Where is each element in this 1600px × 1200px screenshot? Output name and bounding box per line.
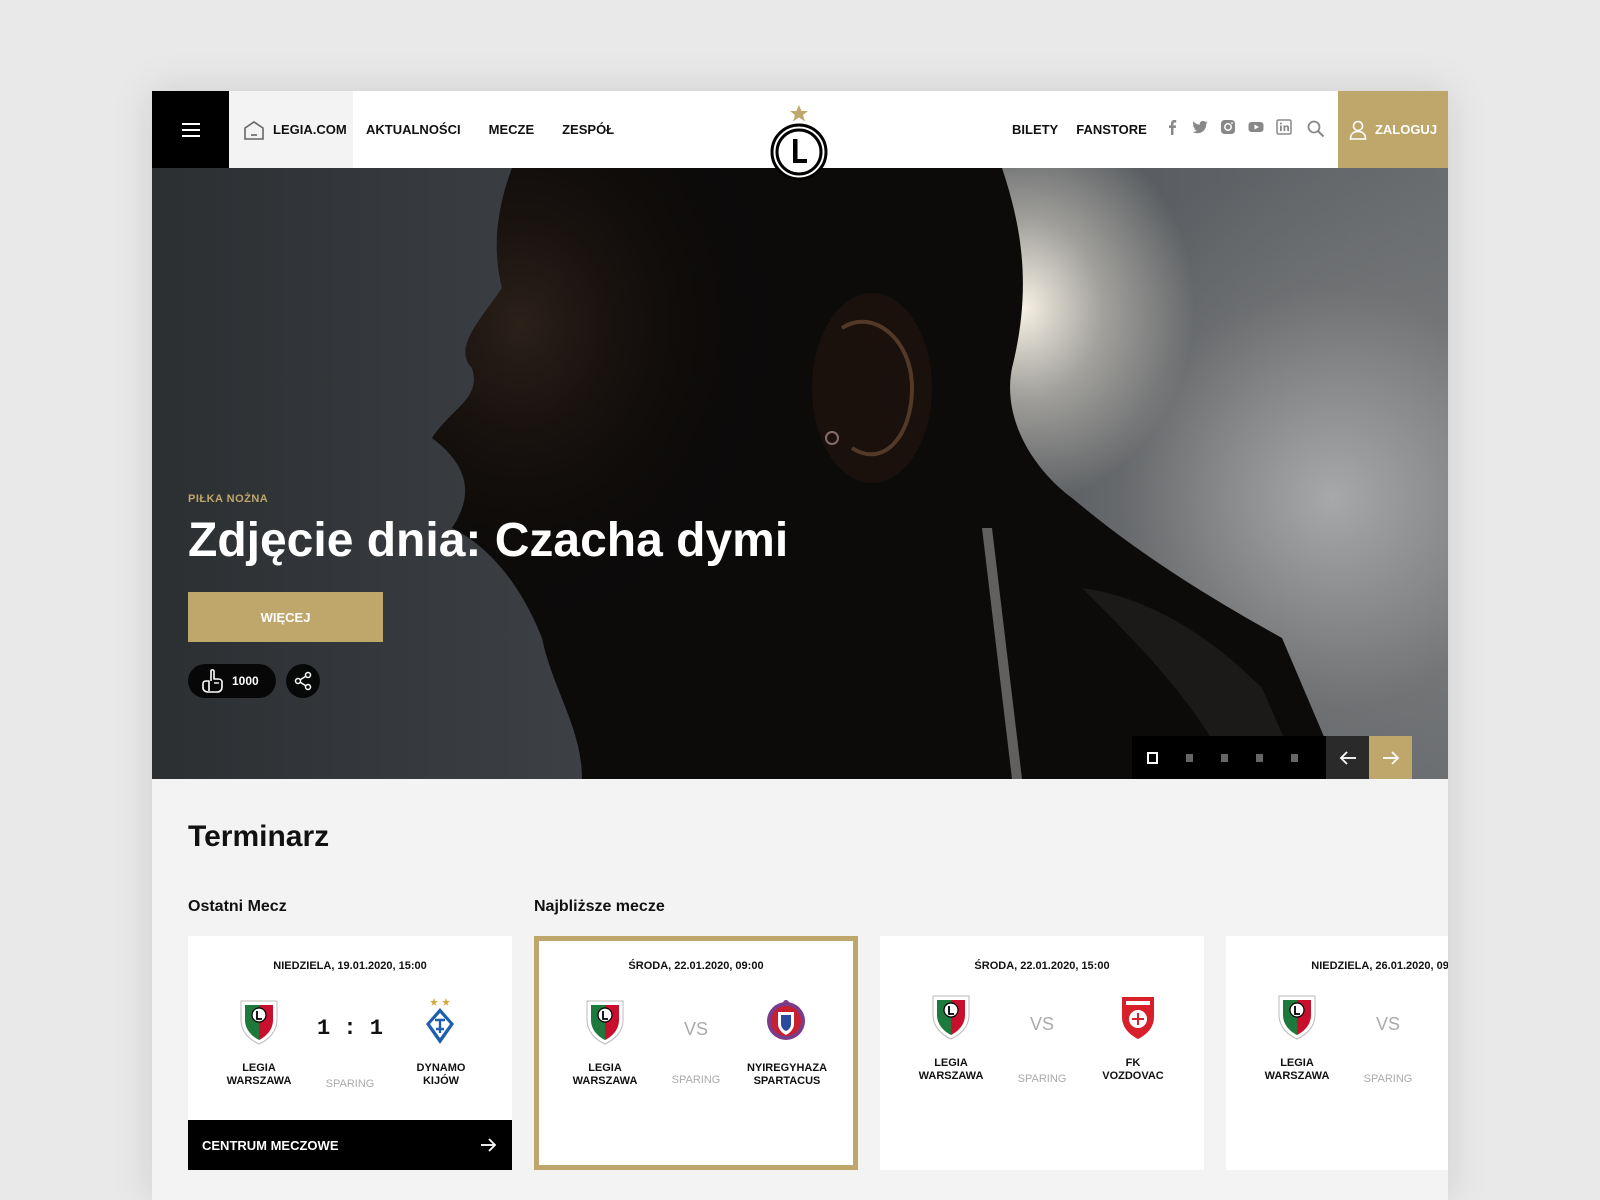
upcoming-matches-title: Najbliższe mecze <box>534 898 665 915</box>
home-team-name: LEGIA WARSZAWA <box>1264 1057 1330 1082</box>
slider-dot-2[interactable] <box>1186 753 1193 762</box>
home-team-name: LEGIA WARSZAWA <box>918 1057 984 1082</box>
nav-item-news[interactable]: AKTUALNOŚCI <box>366 122 461 137</box>
share-button[interactable] <box>286 664 320 698</box>
nyiregyhaza-crest-icon <box>767 1000 805 1040</box>
match-date: ŚRODA, 22.01.2020, 15:00 <box>974 960 1110 972</box>
match-competition: SPARING <box>1017 1073 1067 1085</box>
login-button[interactable]: ZALOGUJ <box>1338 91 1448 168</box>
facebook-icon[interactable] <box>1164 119 1180 135</box>
site-header: LEGIA.COM AKTUALNOŚCI MECZE ZESPÓŁ BILET… <box>152 91 1448 181</box>
match-vs: VS <box>1029 1014 1054 1034</box>
home-tab-label: LEGIA.COM <box>273 122 347 137</box>
match-center-button[interactable]: CENTRUM MECZOWE <box>188 1120 512 1170</box>
hero-slider: PIŁKA NOŻNA Zdjęcie dnia: Czacha dymi WI… <box>152 168 1448 779</box>
slider-dot-1[interactable] <box>1147 751 1158 764</box>
nav-item-fanstore[interactable]: FANSTORE <box>1076 122 1147 137</box>
match-competition: SPARING <box>671 1074 721 1086</box>
home-team-name: LEGIA WARSZAWA <box>572 1062 638 1087</box>
linkedin-icon[interactable] <box>1276 119 1292 135</box>
hero-category[interactable]: PIŁKA NOŻNA <box>188 493 268 505</box>
user-icon <box>1349 120 1367 140</box>
main-nav: AKTUALNOŚCI MECZE ZESPÓŁ <box>366 91 614 168</box>
social-links <box>1164 119 1292 135</box>
arrow-left-icon <box>1339 750 1356 765</box>
arrow-right-icon <box>1382 750 1399 765</box>
like-button[interactable]: 1000 <box>188 664 276 698</box>
match-competition: SPARING <box>325 1078 375 1090</box>
like-count: 1000 <box>232 674 259 688</box>
slider-dot-5[interactable] <box>1291 753 1298 762</box>
last-match-card[interactable]: NIEDZIELA, 19.01.2020, 15:00 LEGIA WARSZ… <box>188 936 512 1120</box>
login-label: ZALOGUJ <box>1374 122 1438 137</box>
match-center-label: CENTRUM MECZOWE <box>202 1137 339 1153</box>
home-team-name: LEGIA WARSZAWA <box>226 1062 292 1087</box>
away-team-name: NYIREGYHAZA SPARTACUS <box>746 1062 828 1087</box>
slider-pagination <box>1132 736 1326 779</box>
more-button[interactable]: WIĘCEJ <box>188 592 383 642</box>
twitter-icon[interactable] <box>1192 119 1208 135</box>
away-team-name: FK VOZDOVAC <box>1102 1057 1164 1082</box>
legia-crest-icon <box>586 1000 624 1045</box>
match-date: NIEDZIELA, 26.01.2020, 09:00 <box>1311 960 1448 972</box>
upcoming-match-card[interactable]: ŚRODA, 22.01.2020, 15:00 LEGIA WARSZAWA … <box>880 936 1204 1170</box>
hand-icon <box>202 669 223 693</box>
arrow-right-icon <box>481 1138 496 1152</box>
match-competition: SPARING <box>1363 1073 1413 1085</box>
instagram-icon[interactable] <box>1220 119 1236 135</box>
upcoming-match-card[interactable]: NIEDZIELA, 26.01.2020, 09:00 LEGIA WARSZ… <box>1226 936 1448 1170</box>
match-date: ŚRODA, 22.01.2020, 09:00 <box>628 960 764 972</box>
secondary-nav: BILETY FANSTORE <box>1012 91 1147 168</box>
home-tab[interactable]: LEGIA.COM <box>229 91 353 168</box>
last-match-title: Ostatni Mecz <box>188 898 287 915</box>
hamburger-icon <box>181 122 200 137</box>
match-vs: VS <box>683 1019 708 1039</box>
legia-crest-icon <box>932 995 970 1040</box>
slider-prev-button[interactable] <box>1326 736 1369 779</box>
legia-crest-icon <box>1278 995 1316 1040</box>
share-icon <box>294 671 312 691</box>
browser-frame: LEGIA.COM AKTUALNOŚCI MECZE ZESPÓŁ BILET… <box>152 91 1448 1200</box>
upcoming-match-card[interactable]: ŚRODA, 22.01.2020, 09:00 LEGIA WARSZAWA … <box>534 936 858 1170</box>
slider-dot-3[interactable] <box>1221 753 1228 762</box>
dynamo-crest-icon <box>426 998 454 1044</box>
away-team-name: DYNAMO KIJÓW <box>416 1062 466 1087</box>
home-icon <box>244 120 264 140</box>
hero-title[interactable]: Zdjęcie dnia: Czacha dymi <box>188 513 788 568</box>
match-vs: VS <box>1375 1014 1400 1034</box>
youtube-icon[interactable] <box>1248 119 1264 135</box>
search-icon[interactable] <box>1307 120 1325 138</box>
match-date: NIEDZIELA, 19.01.2020, 15:00 <box>273 960 427 972</box>
legia-crest-icon <box>240 1000 278 1045</box>
nav-item-team[interactable]: ZESPÓŁ <box>562 122 614 137</box>
match-score: 1 : 1 <box>316 1016 383 1041</box>
slider-dot-4[interactable] <box>1256 753 1263 762</box>
star-icon <box>790 105 808 122</box>
slider-next-button[interactable] <box>1369 736 1412 779</box>
schedule-title: Terminarz <box>188 820 330 853</box>
nav-item-tickets[interactable]: BILETY <box>1012 122 1058 137</box>
nav-item-matches[interactable]: MECZE <box>489 122 535 137</box>
vozdovac-crest-icon <box>1122 997 1154 1039</box>
hero-photo <box>432 168 1342 779</box>
hamburger-menu-button[interactable] <box>152 91 229 168</box>
legia-logo[interactable] <box>770 103 828 183</box>
